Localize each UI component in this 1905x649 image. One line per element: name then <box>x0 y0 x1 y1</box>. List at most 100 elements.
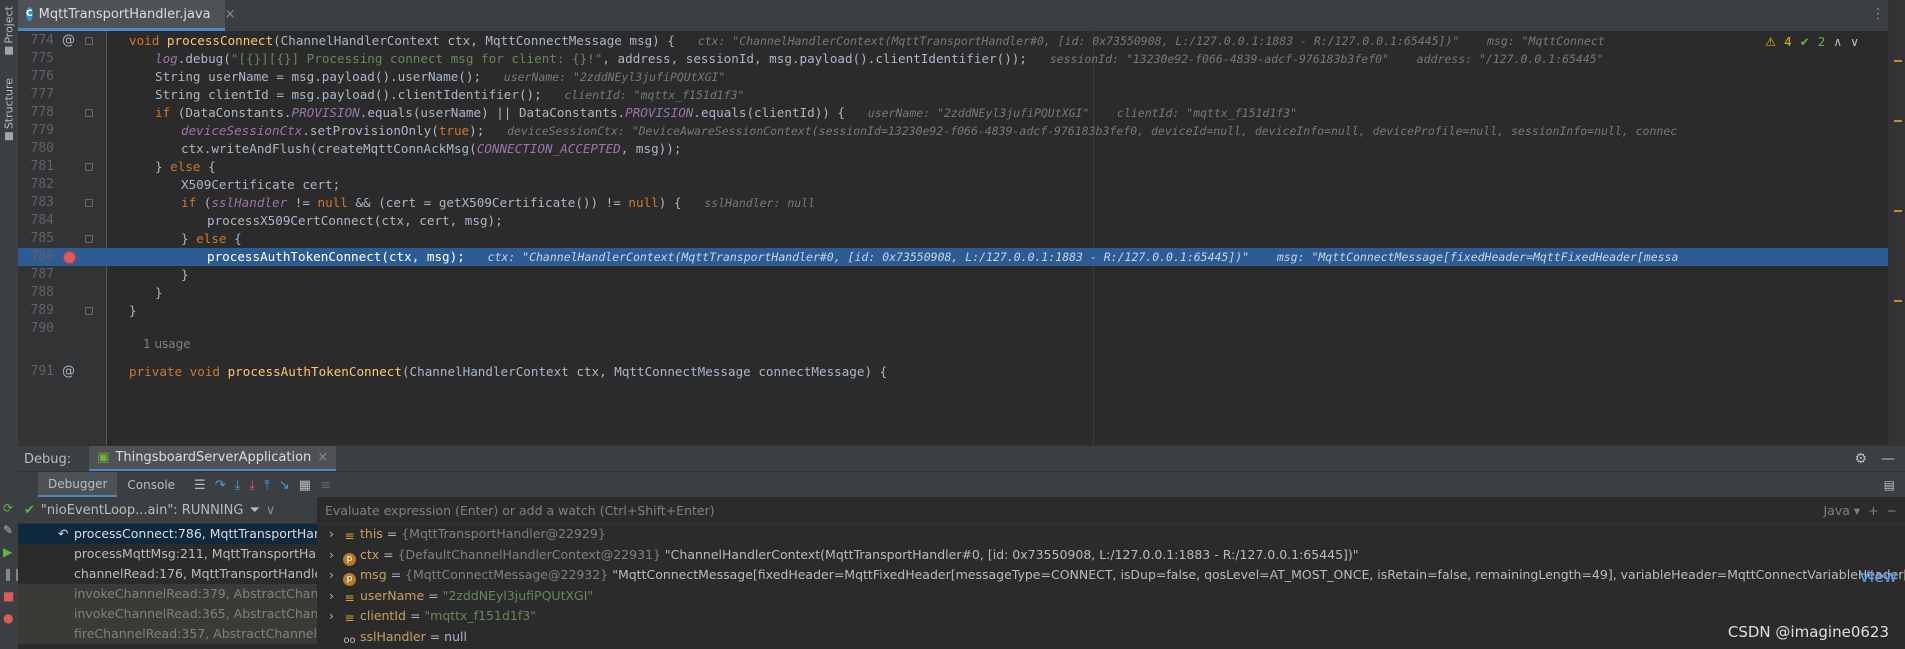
step-into-icon[interactable]: ⤓ <box>235 478 241 493</box>
line-number[interactable]: 775 <box>18 50 54 68</box>
code-text[interactable]: } <box>129 266 1889 284</box>
line-number[interactable]: 783 <box>18 194 54 212</box>
code-line[interactable]: 788} <box>18 284 1889 302</box>
project-tool-tab[interactable]: Project <box>1 6 17 55</box>
code-text[interactable]: processAuthTokenConnect(ctx, msg); ctx: … <box>129 248 1889 266</box>
stack-frame[interactable]: ↶ processConnect:786, MqttTransportHandl <box>18 524 317 544</box>
filter-icon[interactable]: ⏷ <box>249 503 259 518</box>
variable-value[interactable]: "ChannelHandlerContext(MqttTransportHand… <box>661 547 1359 562</box>
resume-icon[interactable]: ▶ <box>3 545 12 559</box>
code-text[interactable]: } else { <box>129 230 1889 248</box>
fold-marker-icon[interactable] <box>85 109 93 117</box>
code-text[interactable]: log.debug("[{}][{}] Processing connect m… <box>129 50 1889 68</box>
line-number[interactable]: 787 <box>18 266 54 284</box>
variable-row[interactable]: oo sslHandler = null <box>317 627 1905 648</box>
code-line[interactable]: 774 @ void processConnect(ChannelHandlerCo… <box>18 32 1889 50</box>
code-text[interactable]: } else { <box>129 158 1889 176</box>
code-line[interactable]: 776 String userName = msg.payload().userN… <box>18 68 1889 86</box>
view-breakpoints-icon[interactable]: ● <box>3 611 13 625</box>
layout-settings-icon[interactable]: ▤ <box>1884 478 1895 492</box>
step-over-icon[interactable]: ↷ <box>215 478 226 493</box>
line-number[interactable]: 786 <box>18 248 54 266</box>
inline-debug-value[interactable]: userName: "2zddNEyl3jufiPQUtXGI" clientI… <box>868 106 1297 120</box>
line-number[interactable]: 789 <box>18 302 54 320</box>
code-line[interactable]: 785 } else { <box>18 230 1889 248</box>
code-text[interactable]: String userName = msg.payload().userName… <box>129 68 1889 86</box>
code-line[interactable]: 775 log.debug("[{}][{}] Processing connec… <box>18 50 1889 68</box>
code-line[interactable]: 782 X509Certificate cert; <box>18 176 1889 194</box>
line-number[interactable]: 777 <box>18 86 54 104</box>
code-text[interactable]: ctx.writeAndFlush(createMqttConnAckMsg(C… <box>129 140 1889 158</box>
expand-chevron-icon[interactable]: › <box>329 606 343 626</box>
code-line[interactable]: 784 processX509CertConnect(ctx, cert, msg… <box>18 212 1889 230</box>
code-line[interactable]: 786 processAuthTokenConnect(ctx, msg); ct… <box>18 248 1889 266</box>
code-line[interactable]: 787} <box>18 266 1889 284</box>
expand-chevron-icon[interactable]: › <box>329 524 343 544</box>
chevron-down-icon[interactable]: ∨ <box>266 503 276 518</box>
view-link[interactable]: View <box>1859 567 1897 586</box>
tab-console[interactable]: Console <box>117 472 185 498</box>
code-editor[interactable]: ⚠ 4 ✔ 2 ∧ ∨ 774 @ void processConnect(Channe… <box>18 31 1889 445</box>
error-stripe-mark[interactable] <box>1894 60 1902 62</box>
inline-debug-value[interactable]: ctx: "ChannelHandlerContext(MqttTranspor… <box>488 250 1679 264</box>
expand-chevron-icon[interactable]: › <box>329 586 343 606</box>
close-tab-icon[interactable]: × <box>225 7 236 22</box>
variable-value[interactable]: "mqttx_f151d1f3" <box>424 608 536 623</box>
inline-debug-value[interactable]: clientId: "mqttx_f151d1f3" <box>564 88 744 102</box>
code-text[interactable]: X509Certificate cert; <box>129 176 1889 194</box>
code-line[interactable]: 781} else { <box>18 158 1889 176</box>
variable-row[interactable]: › ≡ clientId = "mqttx_f151d1f3" <box>317 606 1905 627</box>
code-line[interactable]: 790 <box>18 320 1889 338</box>
evaluate-expression-input[interactable]: Evaluate expression (Enter) or add a wat… <box>317 497 1905 524</box>
error-stripe-mark[interactable] <box>1894 210 1902 212</box>
evaluate-expression-icon[interactable]: ▦ <box>299 478 311 493</box>
code-text[interactable]: } <box>129 302 1889 320</box>
fold-marker-icon[interactable] <box>85 199 93 207</box>
run-to-cursor-icon[interactable]: ↘ <box>279 478 290 493</box>
run-config-tab[interactable]: ▣ ThingsboardServerApplication × <box>89 446 337 472</box>
fold-marker-icon[interactable] <box>85 163 93 171</box>
line-number[interactable]: 785 <box>18 230 54 248</box>
thread-selector[interactable]: ✔ "nioEventLoop...ain": RUNNING ⏷ ∨ <box>18 497 317 524</box>
fold-marker-icon[interactable] <box>85 235 93 243</box>
language-selector[interactable]: Java ▾ + − <box>1824 503 1898 518</box>
line-number[interactable]: 774 <box>18 32 54 50</box>
inline-debug-value[interactable]: sslHandler: null <box>704 196 815 210</box>
show-execution-point-icon[interactable]: ☰ <box>194 478 206 493</box>
file-tab[interactable]: C MqttTransportHandler.java × <box>18 0 236 31</box>
minimize-icon[interactable]: — <box>1881 451 1895 467</box>
breakpoint-icon[interactable] <box>63 251 76 264</box>
code-text[interactable]: deviceSessionCtx.setProvisionOnly(true);… <box>129 122 1889 140</box>
tab-debugger[interactable]: Debugger <box>38 472 118 498</box>
line-number[interactable]: 791 <box>18 363 54 381</box>
tab-menu-icon[interactable]: ⋮ <box>1871 6 1885 22</box>
variable-value[interactable]: "MqttConnectMessage[fixedHeader=MqttFixe… <box>608 567 1905 582</box>
line-number[interactable]: 778 <box>18 104 54 122</box>
variable-value[interactable]: null <box>444 629 467 644</box>
line-number[interactable]: 784 <box>18 212 54 230</box>
line-number[interactable]: 779 <box>18 122 54 140</box>
variable-row[interactable]: › p msg = {MqttConnectMessage@22932} "Mqtt… <box>317 565 1905 586</box>
expand-chevron-icon[interactable]: › <box>329 545 343 565</box>
override-marker-icon[interactable]: @ <box>62 32 75 50</box>
variable-value[interactable]: "2zddNEyl3jufiPQUtXGI" <box>443 588 594 603</box>
inline-debug-value[interactable]: userName: "2zddNEyl3jufiPQUtXGI" <box>504 70 726 84</box>
code-line[interactable]: 780 ctx.writeAndFlush(createMqttConnAckMs… <box>18 140 1889 158</box>
line-number[interactable]: 790 <box>18 320 54 338</box>
inline-debug-value[interactable]: deviceSessionCtx: "DeviceAwareSessionCon… <box>507 124 1677 138</box>
gear-icon[interactable]: ⚙ <box>1854 451 1867 467</box>
inline-debug-value[interactable]: ctx: "ChannelHandlerContext(MqttTranspor… <box>698 34 1605 48</box>
code-line[interactable]: 779 deviceSessionCtx.setProvisionOnly(tru… <box>18 122 1889 140</box>
stack-frame[interactable]: channelRead:176, MqttTransportHandler <box>18 564 317 584</box>
usage-hint[interactable]: 1 usage <box>143 337 191 351</box>
close-run-tab-icon[interactable]: × <box>317 450 328 465</box>
step-out-icon[interactable]: ⤒ <box>264 478 270 493</box>
code-text[interactable]: processX509CertConnect(ctx, cert, msg); <box>129 212 1889 230</box>
inline-debug-value[interactable]: sessionId: "13230e92-f066-4839-adcf-9761… <box>1050 52 1604 66</box>
error-stripe-mark[interactable] <box>1894 120 1902 122</box>
stack-frame[interactable]: processMqttMsg:211, MqttTransportHand <box>18 544 317 564</box>
stack-frame[interactable]: fireChannelRead:357, AbstractChannelHa <box>18 624 317 644</box>
stack-frame[interactable]: invokeChannelRead:365, AbstractChannel <box>18 604 317 624</box>
error-stripe-mark[interactable] <box>1894 300 1902 302</box>
code-text[interactable]: void processConnect(ChannelHandlerContex… <box>129 32 1889 50</box>
